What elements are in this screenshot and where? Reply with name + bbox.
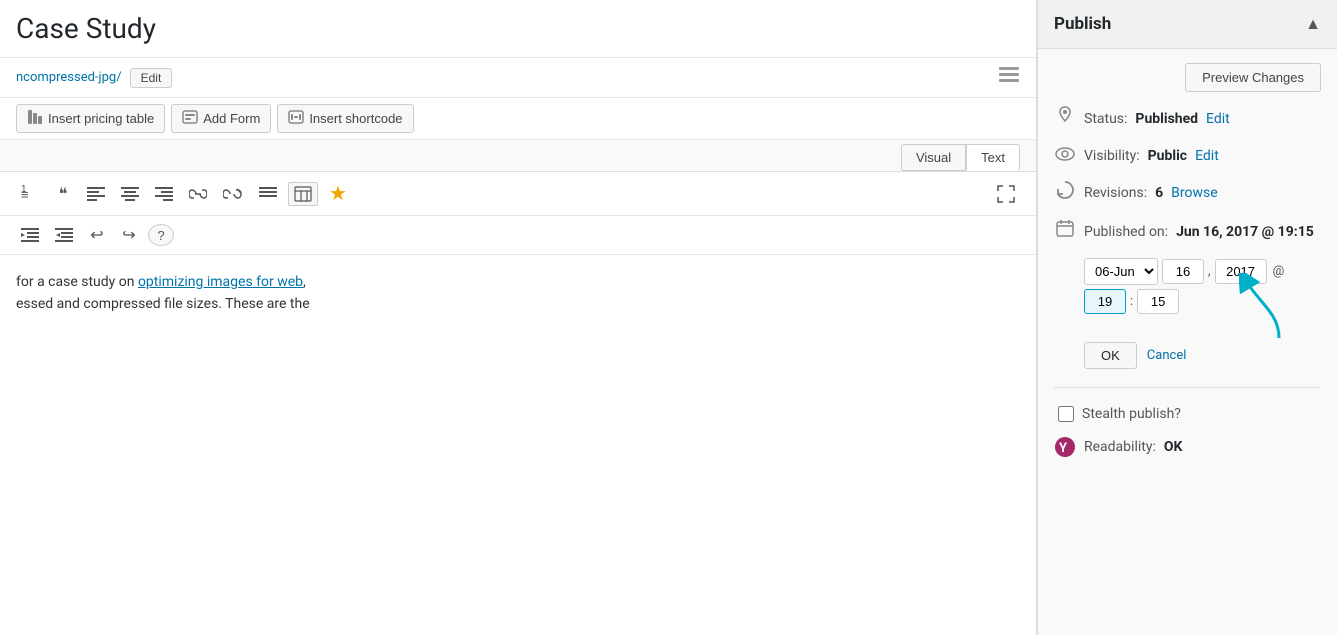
collapse-publish-button[interactable]: ▲ xyxy=(1305,14,1321,34)
visibility-value: Public xyxy=(1148,148,1187,164)
undo-icon[interactable]: ↩ xyxy=(84,222,110,248)
hour-input[interactable] xyxy=(1084,289,1126,314)
svg-text:Y: Y xyxy=(1059,441,1068,456)
status-icon xyxy=(1054,106,1076,131)
revisions-row: Revisions: 6 Browse xyxy=(1054,180,1321,205)
hr-icon[interactable] xyxy=(254,184,282,204)
permalink-url[interactable]: ncompressed-jpg/ xyxy=(16,70,122,85)
shortcode-icon xyxy=(288,109,304,128)
cancel-link[interactable]: Cancel xyxy=(1147,348,1187,363)
redo-icon[interactable]: ↪ xyxy=(116,222,142,248)
table-icon[interactable] xyxy=(288,182,318,206)
status-row: Status: Published Edit xyxy=(1054,106,1321,131)
editor-panel: Case Study ncompressed-jpg/ Edit Insert … xyxy=(0,0,1037,635)
published-on-row: Published on: Jun 16, 2017 @ 19:15 xyxy=(1054,219,1321,244)
insert-toolbar: Insert pricing table Add Form xyxy=(0,98,1036,140)
help-icon[interactable]: ? xyxy=(148,224,174,246)
visibility-icon xyxy=(1054,145,1076,166)
readability-value: OK xyxy=(1164,439,1183,455)
content-line2: essed and compressed file sizes. These a… xyxy=(16,293,1020,315)
insert-shortcode-button[interactable]: Insert shortcode xyxy=(277,104,413,133)
publish-sidebar: Publish ▲ Preview Changes Status: Publis… xyxy=(1037,0,1337,635)
align-right-icon[interactable] xyxy=(150,184,178,204)
time-colon: : xyxy=(1130,294,1133,309)
stealth-row: Stealth publish? xyxy=(1058,406,1321,422)
form-icon xyxy=(182,109,198,128)
preview-changes-button[interactable]: Preview Changes xyxy=(1185,63,1321,92)
post-title-area: Case Study xyxy=(0,0,1036,58)
ok-cancel-row: OK Cancel xyxy=(1084,342,1321,369)
list-icon[interactable]: ≡ 1 xyxy=(16,182,44,206)
pricing-table-icon xyxy=(27,109,43,128)
visibility-edit-link[interactable]: Edit xyxy=(1195,148,1219,164)
toolbar-icon xyxy=(998,66,1020,89)
svg-text:1: 1 xyxy=(21,185,27,195)
day-input[interactable] xyxy=(1162,259,1204,284)
status-value: Published xyxy=(1135,111,1198,127)
indent-icon[interactable] xyxy=(16,225,44,245)
tab-text[interactable]: Text xyxy=(966,144,1020,171)
blockquote-icon[interactable]: ❝ xyxy=(50,181,76,207)
link-icon[interactable] xyxy=(184,184,212,204)
readability-label: Readability: xyxy=(1084,439,1156,455)
published-on-value: Jun 16, 2017 @ 19:15 xyxy=(1176,224,1314,240)
publish-body: Preview Changes Status: Published Edit V… xyxy=(1038,49,1337,472)
align-left-icon[interactable] xyxy=(82,184,110,204)
content-link[interactable]: optimizing images for web xyxy=(138,274,303,290)
add-form-button[interactable]: Add Form xyxy=(171,104,271,133)
ok-button[interactable]: OK xyxy=(1084,342,1137,369)
outdent-icon[interactable] xyxy=(50,225,78,245)
content-suffix: , xyxy=(303,274,306,290)
minute-input[interactable] xyxy=(1137,289,1179,314)
readability-row: Y Readability: OK xyxy=(1054,436,1321,458)
published-on-label: Published on: xyxy=(1084,224,1168,240)
editor-tabs: Visual Text xyxy=(0,140,1036,172)
date-comma: , xyxy=(1208,264,1211,279)
stealth-checkbox[interactable] xyxy=(1058,406,1074,422)
revisions-label: Revisions: xyxy=(1084,185,1147,201)
format-toolbar-2: ↩ ↪ ? xyxy=(0,216,1036,255)
content-prefix: for a case study on xyxy=(16,274,138,290)
status-edit-link[interactable]: Edit xyxy=(1206,111,1230,127)
tab-visual[interactable]: Visual xyxy=(901,144,966,171)
stealth-label: Stealth publish? xyxy=(1082,406,1181,422)
post-title[interactable]: Case Study xyxy=(16,12,1020,45)
month-select[interactable]: 06-Jun xyxy=(1084,258,1158,285)
status-label: Status: xyxy=(1084,111,1127,127)
fullscreen-icon[interactable] xyxy=(992,182,1020,206)
revisions-value: 6 xyxy=(1155,185,1163,201)
revisions-icon xyxy=(1054,180,1076,205)
divider xyxy=(1054,387,1321,388)
arrow-annotation xyxy=(1239,273,1319,343)
format-toolbar-1: ≡ 1 ❝ xyxy=(0,172,1036,216)
edit-permalink-button[interactable]: Edit xyxy=(130,68,173,88)
align-center-icon[interactable] xyxy=(116,184,144,204)
star-icon[interactable]: ★ xyxy=(324,178,352,209)
url-bar: ncompressed-jpg/ Edit xyxy=(0,58,1036,98)
visibility-row: Visibility: Public Edit xyxy=(1054,145,1321,166)
publish-header: Publish ▲ xyxy=(1038,0,1337,49)
yoast-icon: Y xyxy=(1054,436,1076,458)
unlink-icon[interactable] xyxy=(218,184,248,204)
calendar-icon xyxy=(1054,219,1076,244)
publish-title: Publish xyxy=(1054,14,1111,34)
editor-content[interactable]: for a case study on optimizing images fo… xyxy=(0,255,1036,635)
insert-pricing-table-button[interactable]: Insert pricing table xyxy=(16,104,165,133)
visibility-label: Visibility: xyxy=(1084,148,1140,164)
revisions-browse-link[interactable]: Browse xyxy=(1171,185,1217,201)
